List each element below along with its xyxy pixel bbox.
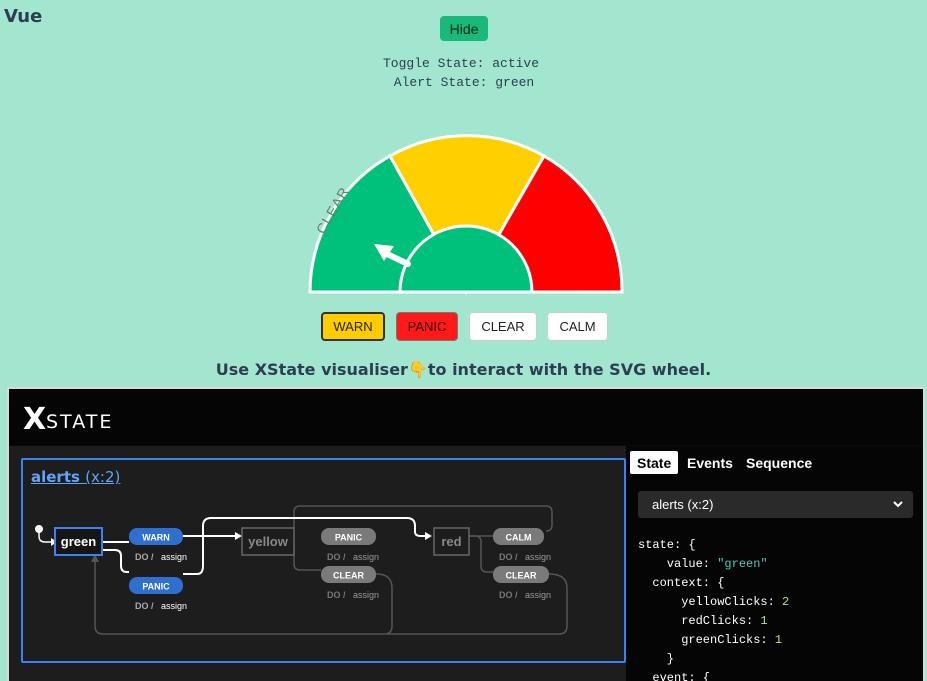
svg-text:CLEAR: CLEAR: [506, 571, 537, 581]
event-panic-yellow-action: DO / assign: [327, 552, 379, 562]
app-title: Vue: [4, 6, 43, 27]
tab-sequence[interactable]: Sequence: [739, 451, 819, 474]
svg-text:yellow: yellow: [248, 534, 289, 549]
svg-text:CALM: CALM: [506, 533, 532, 543]
event-calm[interactable]: CALM: [493, 528, 544, 545]
visualizer-header: X STATE: [9, 389, 923, 445]
svg-text:DO /: DO /: [499, 552, 518, 562]
xstate-logo: X STATE: [23, 403, 113, 433]
inspector-panel: State Events Sequence alerts (x:2) state…: [626, 446, 923, 681]
hide-button[interactable]: Hide: [440, 16, 488, 41]
state-json-view: state: { value: "green" context: { yello…: [638, 538, 790, 681]
svg-text:DO /: DO /: [135, 601, 154, 611]
tab-state[interactable]: State: [630, 451, 679, 474]
calm-button[interactable]: CALM: [547, 312, 608, 341]
event-warn[interactable]: WARN: [129, 528, 183, 545]
svg-text:green: green: [61, 534, 96, 549]
svg-text:assign: assign: [525, 590, 551, 600]
event-warn-action: DO / assign: [135, 552, 187, 562]
svg-text:DO /: DO /: [327, 590, 346, 600]
chevron-down-icon: [893, 501, 903, 508]
tab-events[interactable]: Events: [680, 451, 740, 474]
visualiser-hint: Use XState visualiser👇to interact with t…: [215, 360, 712, 379]
state-node-yellow[interactable]: yellow: [241, 527, 295, 556]
svg-text:X: X: [23, 403, 46, 433]
svg-text:assign: assign: [353, 552, 379, 562]
svg-text:STATE: STATE: [46, 411, 113, 433]
svg-text:DO /: DO /: [135, 552, 154, 562]
svg-text:red: red: [441, 534, 461, 549]
svg-text:DO /: DO /: [327, 552, 346, 562]
event-clear-red-action: DO / assign: [499, 590, 551, 600]
event-panic-yellow[interactable]: PANIC: [321, 528, 376, 545]
svg-text:assign: assign: [525, 552, 551, 562]
event-panic-green[interactable]: PANIC: [129, 577, 183, 594]
event-clear-yellow-action: DO / assign: [327, 590, 379, 600]
clear-button[interactable]: CLEAR: [469, 312, 537, 341]
alert-state-text: Alert State: green: [386, 75, 535, 90]
panic-button[interactable]: PANIC: [396, 312, 458, 341]
machine-select[interactable]: alerts (x:2): [638, 491, 913, 518]
state-graph: green yellow red WARN DO / assign PANIC …: [35, 505, 568, 635]
pointing-down-icon: 👇: [407, 360, 428, 379]
svg-text:WARN: WARN: [142, 533, 170, 543]
svg-text:PANIC: PANIC: [335, 533, 363, 543]
event-clear-yellow[interactable]: CLEAR: [321, 566, 376, 583]
svg-text:assign: assign: [353, 590, 379, 600]
state-node-green[interactable]: green: [54, 527, 103, 556]
svg-text:assign: assign: [161, 601, 187, 611]
event-calm-action: DO / assign: [499, 552, 551, 562]
svg-text:assign: assign: [161, 552, 187, 562]
event-clear-red[interactable]: CLEAR: [493, 566, 549, 583]
warn-button[interactable]: WARN: [321, 312, 385, 341]
graph-canvas[interactable]: alerts (x:2) green yellow red WARN DO / …: [9, 446, 626, 681]
xstate-visualizer: X STATE alerts (x:2) green yellow red WA…: [7, 387, 925, 681]
event-panic-green-action: DO / assign: [135, 601, 187, 611]
alert-wheel[interactable]: CLEAR: [300, 118, 630, 298]
svg-text:PANIC: PANIC: [142, 582, 170, 592]
toggle-state-text: Toggle State: active: [383, 56, 540, 71]
svg-text:DO /: DO /: [499, 590, 518, 600]
svg-text:CLEAR: CLEAR: [333, 571, 364, 581]
state-node-red[interactable]: red: [433, 527, 470, 556]
